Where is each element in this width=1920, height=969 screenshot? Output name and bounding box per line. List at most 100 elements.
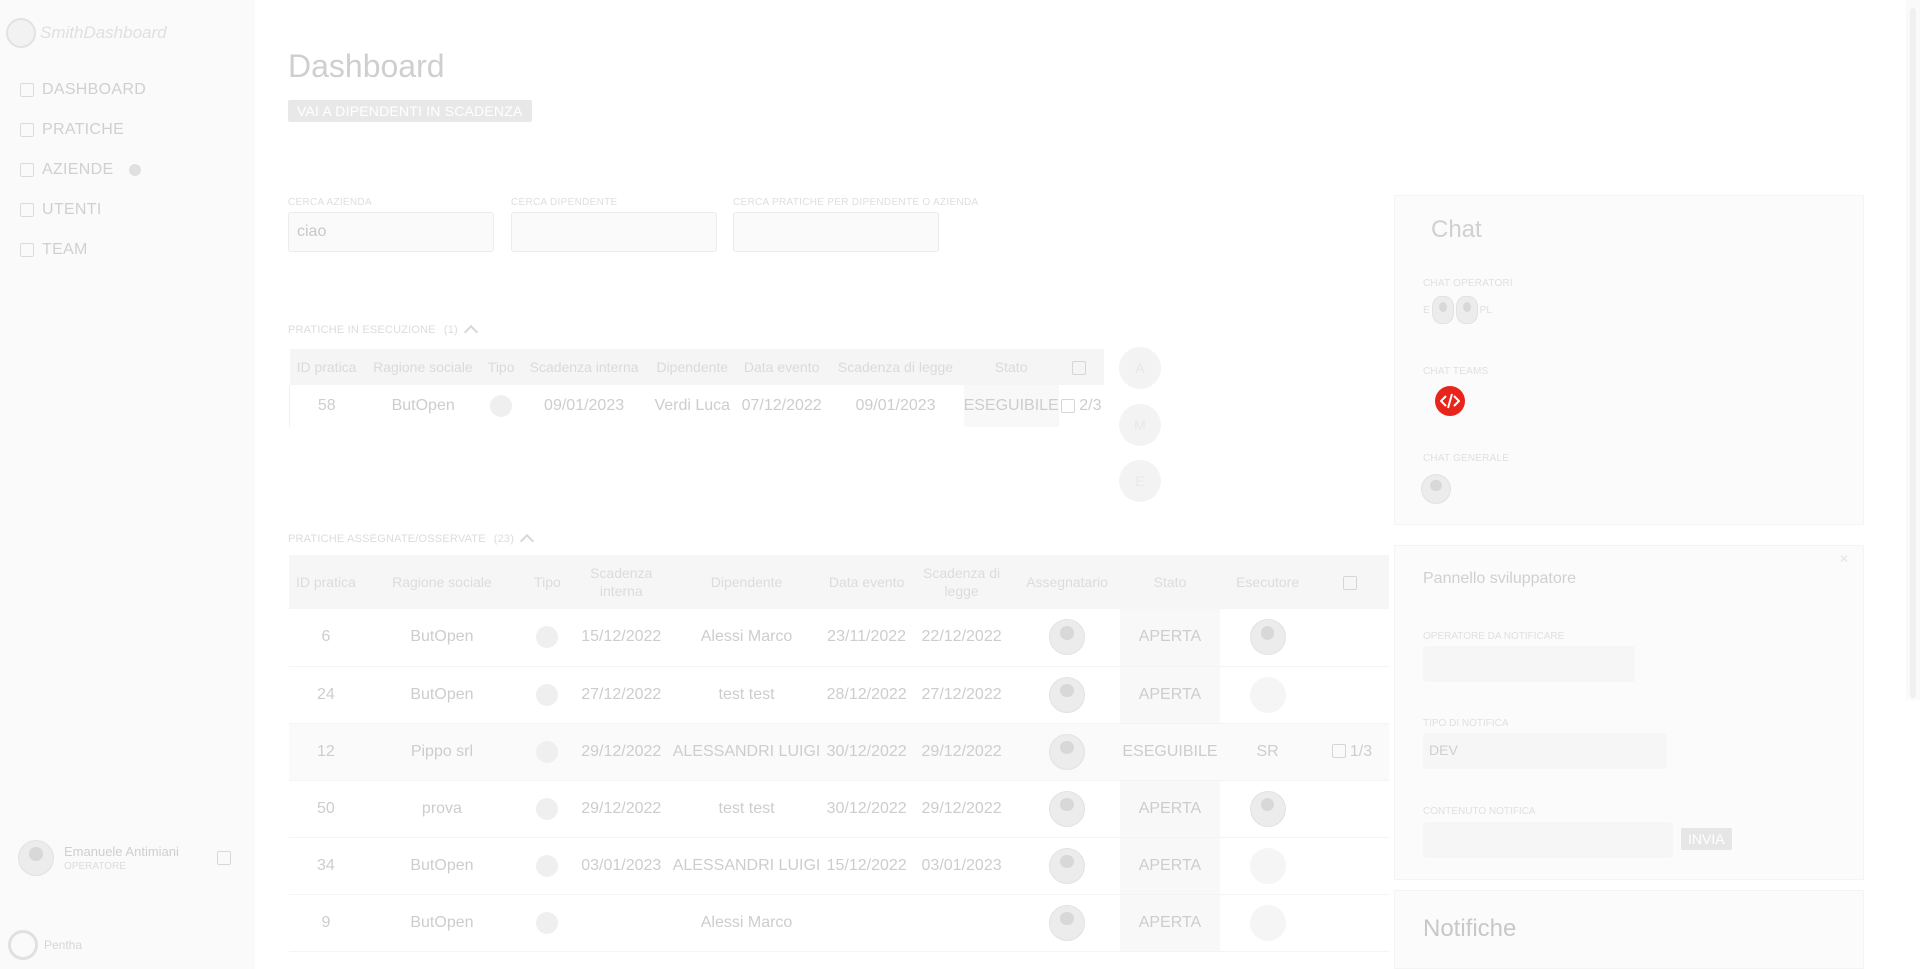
column-header[interactable]: Dipendente <box>648 349 736 385</box>
page-title: Dashboard <box>288 48 445 84</box>
column-header[interactable]: Ragione sociale <box>363 349 483 385</box>
footer-brand-name: Pentha <box>44 938 83 952</box>
operator-initial: E <box>1423 304 1430 316</box>
column-header[interactable]: Data evento <box>735 349 828 385</box>
sidebar-item-pratiche[interactable]: PRATICHE <box>20 110 146 150</box>
side-action-e-button[interactable]: E <box>1119 460 1161 502</box>
cell-id: 6 <box>289 609 363 667</box>
column-header[interactable]: ID pratica <box>289 349 364 385</box>
column-header[interactable]: Dipendente <box>668 555 825 609</box>
table-row[interactable]: 58 ButOpen 09/01/2023 Verdi Luca 07/12/2… <box>288 385 1105 427</box>
cell-progress <box>1315 894 1389 952</box>
cell-company: Pippo srl <box>362 723 522 781</box>
code-icon <box>1440 393 1460 409</box>
side-action-m-button[interactable]: M <box>1119 404 1161 446</box>
table-row[interactable]: 34 ButOpen 03/01/2023 ALESSANDRI LUIGI 1… <box>289 837 1389 895</box>
table-header-row: ID pratica Ragione sociale Tipo Scadenza… <box>289 349 1104 385</box>
page-scrollbar[interactable] <box>1906 0 1920 700</box>
general-chat-avatar[interactable] <box>1421 474 1451 504</box>
gear-icon[interactable] <box>129 164 142 176</box>
column-header[interactable]: Scadenza di legge <box>827 349 964 385</box>
folder-icon <box>20 123 34 137</box>
table-row[interactable]: 6 ButOpen 15/12/2022 Alessi Marco 23/11/… <box>289 609 1389 667</box>
column-header[interactable]: Data evento <box>824 555 909 609</box>
column-header[interactable]: Scadenza interna <box>519 349 649 385</box>
operator-field-label: OPERATORE DA NOTIFICARE <box>1423 631 1565 642</box>
chevron-up-icon[interactable] <box>463 324 478 340</box>
cell-event-date: 28/12/2022 <box>824 666 909 724</box>
operator-select[interactable] <box>1423 646 1635 682</box>
brand[interactable]: SmithDashboard <box>6 18 167 48</box>
avatar[interactable] <box>1455 296 1478 324</box>
cell-id: 12 <box>289 723 363 781</box>
avatar <box>1049 676 1086 713</box>
checkbox-icon <box>1072 361 1087 376</box>
user-name: Emanuele Antimiani <box>64 844 179 859</box>
cell-employee: Verdi Luca <box>654 397 731 414</box>
code-team-icon[interactable] <box>1435 386 1465 416</box>
sidebar-item-team[interactable]: TEAM <box>20 230 146 270</box>
search-practice-input[interactable] <box>733 212 939 252</box>
column-header[interactable]: Scadenza di legge <box>908 555 1015 609</box>
cell-type <box>521 837 574 895</box>
table-row[interactable]: 50 prova 29/12/2022 test test 30/12/2022… <box>289 780 1389 838</box>
column-header[interactable]: Ragione sociale <box>362 555 522 609</box>
search-employee-input[interactable] <box>511 212 717 252</box>
table-row[interactable]: 24 ButOpen 27/12/2022 test test 28/12/20… <box>289 666 1389 724</box>
cell-id: 58 <box>288 385 364 427</box>
cell-event-date <box>824 894 909 952</box>
column-header[interactable]: Scadenza interna <box>573 555 669 609</box>
logout-icon[interactable] <box>216 851 231 865</box>
column-header[interactable]: Tipo <box>521 555 574 609</box>
sidebar-item-dashboard[interactable]: DASHBOARD <box>20 70 146 110</box>
table-header-row: ID pratica Ragione sociale Tipo Scadenza… <box>289 555 1389 609</box>
scrollbar-thumb[interactable] <box>1910 8 1916 698</box>
cell-due-internal: 29/12/2022 <box>573 723 669 781</box>
notification-content-input[interactable] <box>1423 822 1673 858</box>
in-progress-header[interactable]: PRATICHE IN ESECUZIONE (1) <box>288 323 478 340</box>
dashboard-icon <box>20 83 34 97</box>
chevron-up-icon[interactable] <box>520 533 535 549</box>
close-icon[interactable]: ✕ <box>1839 552 1849 566</box>
cell-assignee <box>1014 837 1120 895</box>
search-company-label: CERCA AZIENDA <box>288 197 372 208</box>
chat-title: Chat <box>1431 216 1482 243</box>
avatar <box>1049 619 1086 656</box>
avatar[interactable] <box>1431 296 1454 324</box>
column-header[interactable]: Stato <box>1119 555 1221 609</box>
cell-event-date: 23/11/2022 <box>824 609 909 667</box>
table-row[interactable]: 12 Pippo srl 29/12/2022 ALESSANDRI LUIGI… <box>289 723 1389 781</box>
column-header[interactable]: Stato <box>963 349 1059 385</box>
assigned-table: ID pratica Ragione sociale Tipo Scadenza… <box>289 555 1389 952</box>
cell-event-date: 07/12/2022 <box>741 397 822 414</box>
user-icon <box>20 203 34 217</box>
column-header[interactable]: ID pratica <box>289 555 363 609</box>
column-header[interactable]: Assegnatario <box>1014 555 1120 609</box>
cell-type <box>483 385 520 427</box>
sidebar-item-label: UTENTI <box>42 201 102 218</box>
sidebar-item-utenti[interactable]: UTENTI <box>20 190 146 230</box>
notifications-panel: Notifiche <box>1394 890 1864 969</box>
deadline-employees-button[interactable]: VAI A DIPENDENTI IN SCADENZA <box>288 100 532 122</box>
cell-type <box>521 666 574 724</box>
cell-event-date: 30/12/2022 <box>824 723 909 781</box>
sidebar: SmithDashboard DASHBOARD PRATICHE AZIEND… <box>0 0 255 969</box>
section-count: (1) <box>443 324 458 336</box>
status-badge: ESEGUIBILE <box>963 385 1059 427</box>
assigned-header[interactable]: PRATICHE ASSEGNATE/OSSERVATE (23) <box>288 532 535 549</box>
search-company-input[interactable] <box>288 212 494 252</box>
column-header[interactable]: Esecutore <box>1220 555 1316 609</box>
sidebar-item-aziende[interactable]: AZIENDE <box>20 150 146 190</box>
type-icon <box>536 683 559 706</box>
column-header[interactable]: Tipo <box>482 349 520 385</box>
cell-employee: Alessi Marco <box>668 894 825 952</box>
table-row[interactable]: 9 ButOpen Alessi Marco APERTA <box>289 894 1389 952</box>
send-button[interactable]: INVIA <box>1681 828 1732 850</box>
cell-company: ButOpen <box>362 666 522 724</box>
side-action-a-button[interactable]: A <box>1119 347 1161 389</box>
cell-due-internal: 15/12/2022 <box>573 609 669 667</box>
developer-panel: ✕ Pannello sviluppatore OPERATORE DA NOT… <box>1394 545 1864 880</box>
cell-progress <box>1315 666 1389 724</box>
brand-logo-icon <box>6 18 36 48</box>
notification-type-select[interactable]: DEV <box>1423 733 1667 769</box>
